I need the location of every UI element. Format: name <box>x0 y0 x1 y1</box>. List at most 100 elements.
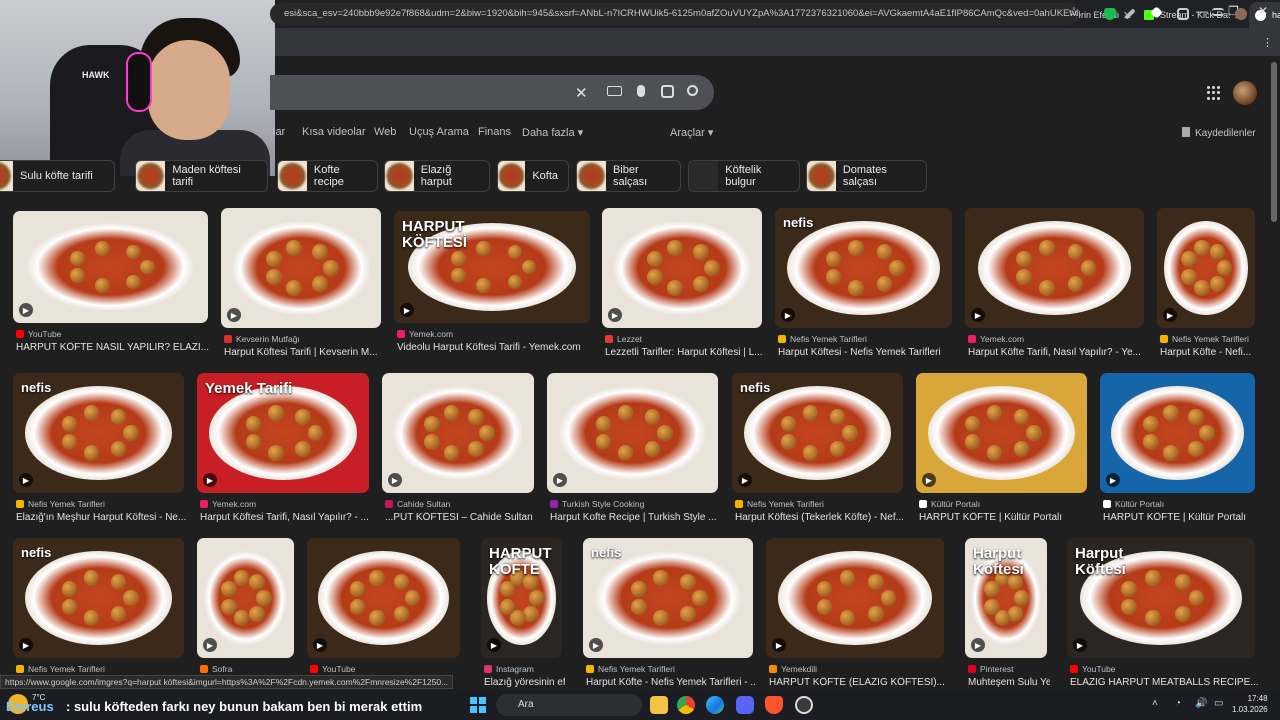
related-search-chip[interactable]: Sulu köfte tarifi <box>0 160 115 192</box>
result-title[interactable]: Elazığ'ın Meşhur Harput Köftesi - Ne... <box>16 512 187 523</box>
result-thumbnail[interactable]: ▶ <box>547 373 718 493</box>
address-bar[interactable]: esi&sca_esv=240bbb9e92e7f868&udm=2&biw=1… <box>270 3 1080 25</box>
result-source[interactable]: Nefis Yemek Tarifleri <box>735 499 906 509</box>
result-source[interactable]: Kültür Portalı <box>919 499 1090 509</box>
search-nav-tab[interactable]: Kısa videolar <box>302 126 366 138</box>
discord-icon[interactable] <box>736 696 754 714</box>
result-title[interactable]: Harput Kofte Recipe | Turkish Style ... <box>550 512 721 523</box>
related-search-chip[interactable]: Kofta <box>497 160 569 192</box>
result-source[interactable]: Yemekdili <box>769 664 947 674</box>
shield-extension-icon[interactable] <box>1104 8 1116 20</box>
edge-icon[interactable] <box>706 696 724 714</box>
related-search-chip[interactable]: Domates salçası <box>806 160 927 192</box>
result-thumbnail[interactable]: nefis ▶ <box>775 208 952 328</box>
wifi-icon[interactable]: ◔ <box>1175 698 1181 709</box>
result-source[interactable]: Kevserin Mutfağı <box>224 334 384 344</box>
battery-icon[interactable]: ▭ <box>1214 698 1223 709</box>
result-title[interactable]: Harput Köftesi Tarifi | Kevserin M... <box>224 347 384 358</box>
result-thumbnail[interactable]: nefis ▶ <box>583 538 753 658</box>
search-nav-tab[interactable]: Uçuş Arama <box>409 126 469 138</box>
close-window-button[interactable]: ✕ <box>1258 4 1268 18</box>
lens-icon[interactable] <box>661 85 674 98</box>
obs-icon[interactable] <box>795 696 813 714</box>
result-source[interactable]: Nefis Yemek Tarifleri <box>16 664 187 674</box>
result-thumbnail[interactable]: ▶ <box>766 538 944 658</box>
taskbar-clock[interactable]: 17:48 1.03.2026 <box>1232 693 1268 715</box>
result-source[interactable]: YouTube <box>16 329 211 339</box>
result-thumbnail[interactable]: ▶ <box>1100 373 1255 493</box>
result-thumbnail[interactable]: Harput Köftesi ▶ <box>965 538 1047 658</box>
search-nav-tab[interactable]: Finans <box>478 126 511 138</box>
result-title[interactable]: Harput Köfte - Nefi... <box>1160 347 1258 358</box>
result-thumbnail[interactable]: ▶ <box>382 373 534 493</box>
bookmark-star-icon[interactable]: ☆ <box>1068 4 1080 20</box>
result-source[interactable]: Yemek.com <box>200 499 372 509</box>
result-title[interactable]: ...PUT KÖFTESİ – Cahide Sultan <box>385 512 537 523</box>
result-title[interactable]: Harput Köftesi (Tekerlek Köfte) - Nef... <box>735 512 906 523</box>
puzzle-extension-icon[interactable] <box>1177 8 1189 20</box>
result-source[interactable]: YouTube <box>310 664 463 674</box>
result-title[interactable]: HARPUT KÖFTE NASIL YAPILIR? ELAZI... <box>16 342 211 353</box>
result-title[interactable]: Lezzetli Tarifler: Harput Köftesi | L... <box>605 347 765 358</box>
search-nav-tab[interactable]: Web <box>374 126 396 138</box>
result-title[interactable]: Elazığ yöresinin ef... <box>484 677 565 688</box>
result-thumbnail[interactable]: ▶ <box>13 211 208 323</box>
result-title[interactable]: Videolu Harput Köftesi Tarifi - Yemek.co… <box>397 342 593 353</box>
result-title[interactable]: Harput Köftesi - Nefis Yemek Tarifleri <box>778 347 955 358</box>
result-title[interactable]: Harput Köftesi Tarifi, Nasıl Yapılır? - … <box>200 512 372 523</box>
result-thumbnail[interactable]: ▶ <box>307 538 460 658</box>
result-source[interactable]: Nefis Yemek Tarifleri <box>16 499 187 509</box>
related-search-chip[interactable]: Köftelik bulgur <box>688 160 800 192</box>
tray-chevron-icon[interactable]: ˄ <box>1152 698 1158 709</box>
related-search-chip[interactable]: Biber salçası <box>576 160 681 192</box>
result-thumbnail[interactable]: ▶ <box>221 208 381 328</box>
volume-icon[interactable]: 🔊 <box>1195 698 1207 709</box>
result-thumbnail[interactable]: nefis ▶ <box>13 373 184 493</box>
file-explorer-icon[interactable] <box>650 696 668 714</box>
keyboard-icon[interactable] <box>607 86 622 96</box>
result-thumbnail[interactable]: ▶ <box>965 208 1144 328</box>
result-source[interactable]: Yemek.com <box>968 334 1147 344</box>
result-title[interactable]: Harput Köfte - Nefis Yemek Tarifleri - .… <box>586 677 756 688</box>
result-source[interactable]: YouTube <box>1070 664 1258 674</box>
result-source[interactable]: Yemek.com <box>397 329 593 339</box>
page-scrollbar[interactable] <box>1271 62 1277 222</box>
related-search-chip[interactable]: Elazığ harput <box>384 160 490 192</box>
result-title[interactable]: Harput Köfte Tarifi, Nasıl Yapılır? - Ye… <box>968 347 1147 358</box>
result-thumbnail[interactable]: ▶ <box>916 373 1087 493</box>
result-thumbnail[interactable]: HARPUT KÖFTE ▶ <box>481 538 562 658</box>
result-thumbnail[interactable]: Yemek Tarifi ▶ <box>197 373 369 493</box>
result-source[interactable]: Sofra <box>200 664 297 674</box>
result-title[interactable]: ELAZIG HARPUT MEATBALLS RECIPE... <box>1070 677 1258 688</box>
search-nav-tab[interactable]: Daha fazla ▾ <box>522 126 583 139</box>
result-thumbnail[interactable]: nefis ▶ <box>732 373 903 493</box>
result-source[interactable]: Cahide Sultan <box>385 499 537 509</box>
result-thumbnail[interactable]: Harput Köftesi ▶ <box>1067 538 1255 658</box>
apps-grid-icon[interactable] <box>1207 86 1221 100</box>
result-source[interactable]: Turkish Style Cooking <box>550 499 721 509</box>
result-source[interactable]: Pinterest <box>968 664 1050 674</box>
saved-button[interactable]: Kaydedilenler <box>1182 127 1256 139</box>
start-button[interactable] <box>470 697 486 713</box>
result-thumbnail[interactable]: HARPUT KÖFTESİ ▶ <box>394 211 590 323</box>
result-source[interactable]: Instagram <box>484 664 565 674</box>
search-box[interactable] <box>270 75 714 110</box>
playlist-icon[interactable] <box>1212 8 1224 16</box>
microphone-icon[interactable] <box>637 85 645 97</box>
brave-icon[interactable] <box>765 696 783 714</box>
result-thumbnail[interactable]: ▶ <box>1157 208 1255 328</box>
chrome-icon[interactable] <box>677 696 695 714</box>
clear-search-icon[interactable]: ✕ <box>575 84 588 102</box>
search-icon[interactable] <box>687 85 698 96</box>
tools-button[interactable]: Araçlar ▾ <box>670 126 713 139</box>
profile-avatar[interactable] <box>1235 8 1247 20</box>
search-nav-tab[interactable]: lar <box>273 126 285 138</box>
result-source[interactable]: Nefis Yemek Tarifleri <box>1160 334 1258 344</box>
result-source[interactable]: Kültür Portalı <box>1103 499 1258 509</box>
taskbar-search[interactable]: Ara <box>496 694 642 716</box>
result-title[interactable]: Muhteşem Sulu Ye... <box>968 677 1050 688</box>
result-thumbnail[interactable]: ▶ <box>602 208 762 328</box>
related-search-chip[interactable]: Maden köftesi tarifi <box>135 160 268 192</box>
related-search-chip[interactable]: Kofte recipe <box>277 160 378 192</box>
result-source[interactable]: Nefis Yemek Tarifleri <box>778 334 955 344</box>
